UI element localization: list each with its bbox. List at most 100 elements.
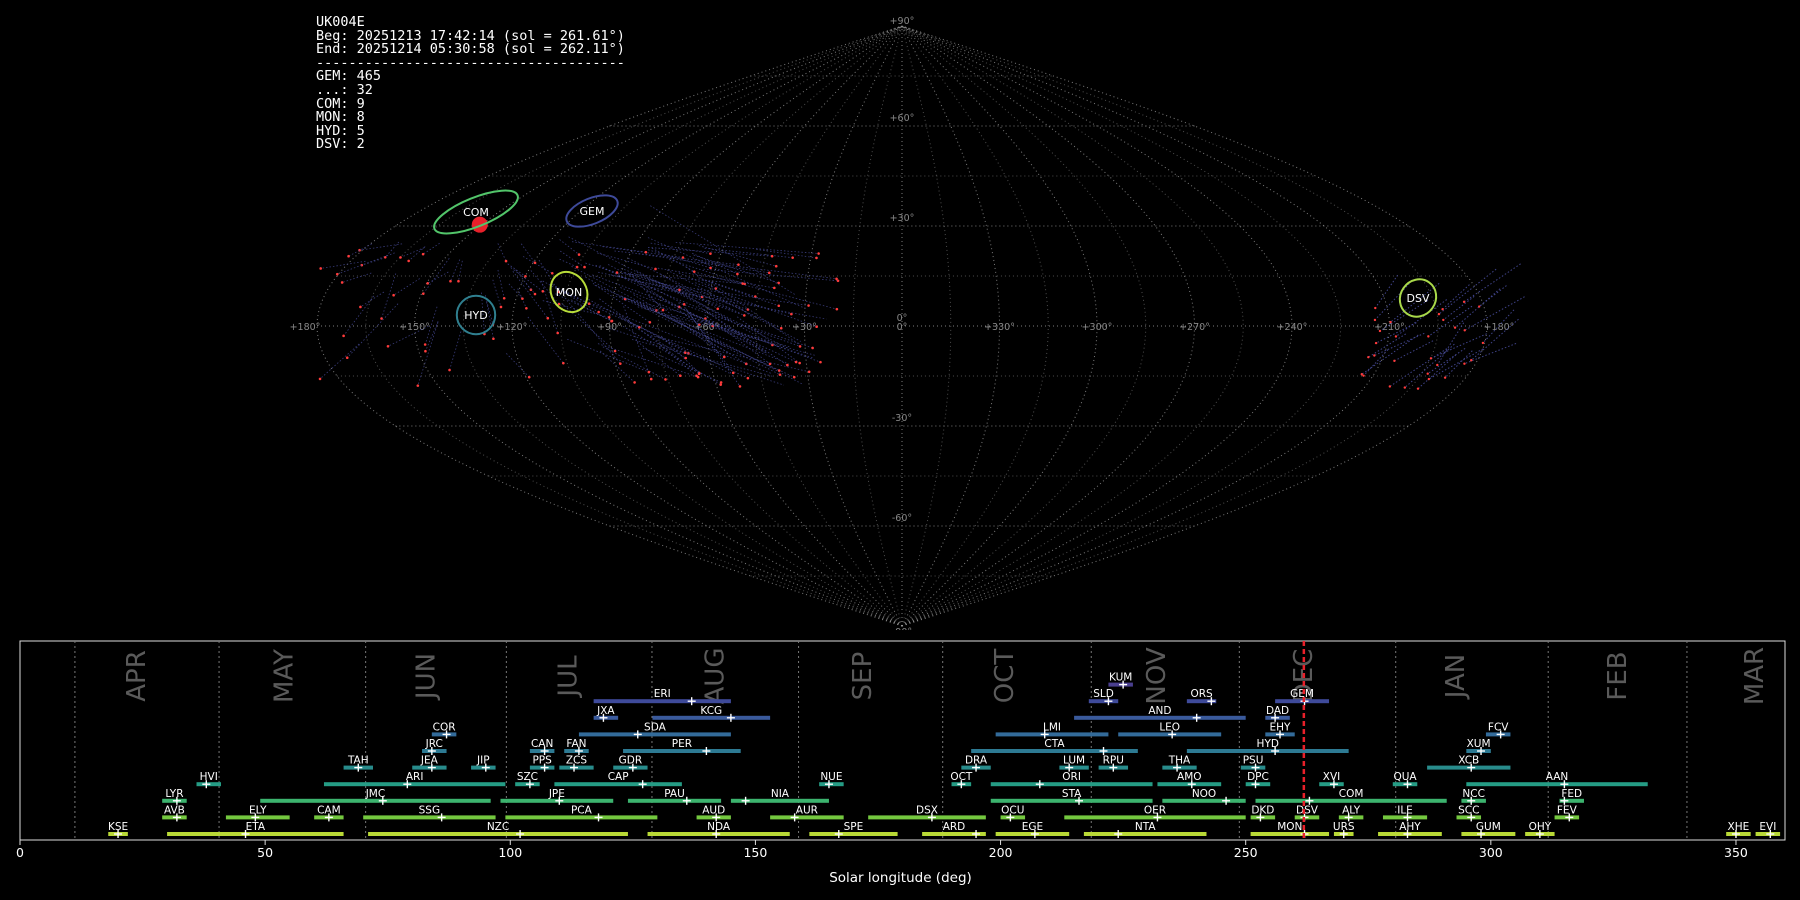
meteor-trail (620, 287, 713, 327)
shower-label: MON (1277, 821, 1302, 833)
meteor-point (359, 305, 362, 309)
meteor-point (777, 281, 780, 285)
month-label: SEP (848, 652, 878, 701)
shower-label: JIP (476, 755, 490, 767)
meteor-trail (638, 253, 770, 274)
shower-label: DSV (1296, 804, 1319, 816)
meteor-point (807, 304, 810, 307)
shower-label: NUE (820, 771, 842, 783)
meteor-trail (650, 205, 796, 295)
x-tick-label: 50 (257, 845, 273, 860)
meteor-point (492, 337, 495, 341)
meteor-point (1367, 355, 1370, 359)
shower-label: NZC (487, 821, 509, 833)
meteor-point (550, 271, 554, 275)
meteor-point (697, 372, 701, 376)
meteor-point (774, 264, 778, 268)
shower-label: DPC (1247, 771, 1269, 783)
meteor-point (1394, 335, 1398, 338)
meteor-point (716, 307, 720, 311)
meteor-point (786, 363, 789, 367)
meteor-trail (756, 248, 817, 259)
meteor-point (696, 375, 700, 379)
month-label: FEB (1603, 651, 1633, 700)
meteor-point (719, 381, 723, 384)
meteor-trail (585, 262, 618, 273)
meteor-point (583, 265, 586, 269)
meteor-point (421, 252, 425, 256)
shower-label: AND (1148, 705, 1171, 717)
meteor-trail (693, 254, 779, 284)
meteor-point (767, 271, 771, 275)
radiant-label: DSV (1407, 292, 1430, 305)
shower-activity-timeline: APR MAY JUN JUL AUG SEP OCT NOV DEC JAN FEB MAR0 50 1… (16, 640, 1786, 886)
radiant-sky-map: +90°+60°+30°0°-30°-60°-90°+180°+150°+120… (290, 16, 1525, 630)
meteor-point (386, 345, 390, 348)
meteor-trail (1442, 296, 1475, 321)
month-label: NOV (1142, 647, 1172, 704)
meteor-point (546, 316, 550, 320)
meteor-point (1436, 363, 1439, 367)
shower-label: SZC (517, 771, 538, 783)
meteor-point (770, 254, 774, 258)
x-tick-label: 150 (743, 845, 767, 860)
shower-label: SLD (1093, 688, 1114, 700)
meteor-trail (1404, 343, 1455, 388)
shower-label: KSE (108, 821, 128, 833)
meteor-point (777, 369, 781, 372)
meteor-trail (597, 252, 656, 270)
meteor-trail (623, 306, 652, 380)
meteor-trail (704, 247, 793, 259)
meteor-point (794, 360, 798, 364)
meteor-point (335, 272, 339, 276)
shower-label: SDA (644, 721, 667, 733)
meteor-trail (1442, 284, 1470, 310)
meteor-point (613, 349, 617, 353)
meteor-trail (393, 278, 420, 296)
meteor-point (1463, 362, 1466, 365)
shower-label: STA (1062, 788, 1082, 800)
meteor-point (533, 261, 537, 265)
meteor-point (798, 361, 801, 365)
shower-label: RPU (1103, 755, 1124, 767)
meteor-point (684, 356, 688, 360)
meteor-point (448, 368, 451, 372)
shower-label: DRA (965, 755, 988, 767)
meteor-point (399, 256, 402, 259)
meteor-point (741, 282, 744, 285)
meteor-point (597, 310, 600, 314)
meteor-trail (384, 241, 400, 258)
meteor-point (1389, 320, 1392, 324)
meteor-point (499, 305, 503, 309)
meteor-trail (567, 338, 650, 373)
meteor-point (449, 279, 452, 283)
shower-label: HYD (1257, 738, 1279, 750)
radiant-label: COM (463, 206, 489, 219)
meteor-point (426, 282, 429, 285)
meteor-point (1416, 387, 1420, 390)
month-label: MAY (269, 649, 299, 703)
shower-label: ORI (1062, 771, 1081, 783)
meteor-trail (585, 276, 626, 300)
shower-label: AUD (702, 804, 725, 816)
shower-label: EHY (1270, 721, 1292, 733)
meteor-trails (318, 205, 1525, 390)
meteor-point (817, 252, 820, 255)
shower-label: LMI (1043, 721, 1061, 733)
meteor-trail (642, 347, 722, 383)
meteor-point (1373, 318, 1377, 322)
meteor-point (619, 362, 622, 365)
meridian-line (413, 25, 903, 627)
meteor-point (423, 343, 427, 346)
lat-tick-label: +60° (890, 113, 915, 124)
meteor-point (1393, 359, 1396, 363)
meteor-trail (450, 259, 461, 282)
meteor-point (1427, 377, 1431, 381)
meteor-point (633, 381, 636, 384)
meteor-trail (647, 237, 806, 309)
shower-label: TAH (347, 755, 369, 767)
lon-tick-label: +180° (290, 322, 321, 333)
meteor-point (792, 375, 796, 379)
meteor-point (779, 326, 783, 330)
meteor-point (664, 378, 667, 381)
